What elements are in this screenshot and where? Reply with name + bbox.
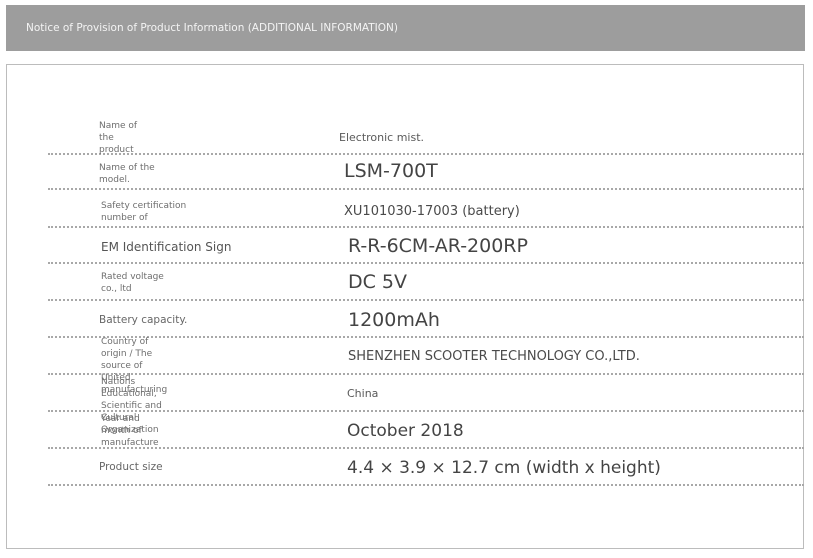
label-safety-cert: Safety certification number of <box>101 201 187 223</box>
value-manufacturer: SHENZHEN SCOOTER TECHNOLOGY CO.,LTD. <box>348 349 640 364</box>
value-product-name: Electronic mist. <box>339 131 425 144</box>
value-product-size: 4.4 × 3.9 × 12.7 cm (width x height) <box>347 458 661 478</box>
value-em-sign: R-R-6CM-AR-200RP <box>348 235 528 257</box>
value-model-name: LSM-700T <box>344 160 438 182</box>
label-rated-voltage: Rated voltage co., ltd <box>101 272 164 294</box>
header-bar: Notice of Provision of Product Informati… <box>6 5 805 51</box>
value-rated-voltage: DC 5V <box>348 271 408 293</box>
label-product-name: Name of the product <box>99 121 138 155</box>
value-manufacture-date: October 2018 <box>347 421 464 441</box>
row-separator <box>48 447 804 449</box>
page-title: Notice of Provision of Product Informati… <box>26 22 398 34</box>
row-separator <box>48 226 804 228</box>
row-separator <box>48 188 804 190</box>
label-em-sign: EM Identification Sign <box>101 240 232 254</box>
label-manufacture-date: Year and month of manufacture <box>101 414 159 448</box>
label-product-size: Product size <box>99 461 163 473</box>
label-battery-capacity: Battery capacity. <box>99 314 188 326</box>
row-separator <box>48 484 804 486</box>
value-safety-cert: XU101030-17003 (battery) <box>344 204 520 219</box>
value-country: China <box>347 387 379 400</box>
row-separator <box>48 262 804 264</box>
row-separator <box>48 299 804 301</box>
value-battery-capacity: 1200mAh <box>348 309 440 331</box>
label-model-name: Name of the model. <box>99 163 155 185</box>
row-separator <box>48 153 804 155</box>
